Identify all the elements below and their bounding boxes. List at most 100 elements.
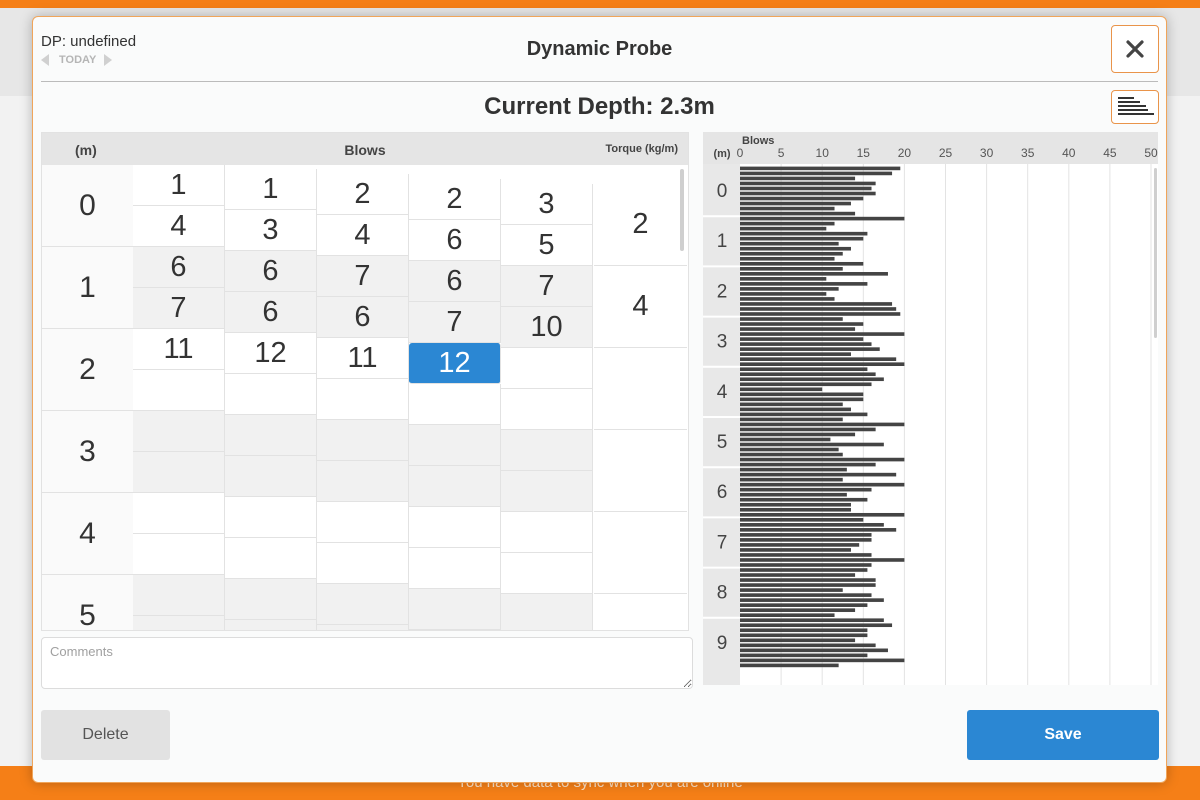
blow-cell[interactable]: [501, 430, 593, 471]
blow-cell[interactable]: 11: [133, 329, 225, 370]
torque-cell[interactable]: 2: [594, 184, 687, 266]
blow-cell[interactable]: [501, 471, 593, 512]
delete-button[interactable]: Delete: [41, 710, 170, 760]
blow-cell[interactable]: 1: [133, 165, 225, 206]
chart-x-tick-label: 40: [1062, 146, 1076, 160]
chart-bar: [740, 287, 839, 291]
blow-cell[interactable]: 7: [501, 266, 593, 307]
chart-scrollbar[interactable]: [1154, 168, 1157, 338]
blow-cell[interactable]: 7: [317, 256, 409, 297]
blow-cell[interactable]: 4: [317, 215, 409, 256]
blow-cell[interactable]: [133, 370, 225, 411]
chart-bar: [740, 337, 864, 341]
blow-cell[interactable]: 4: [133, 206, 225, 247]
blow-cell[interactable]: [409, 466, 501, 507]
blow-cell[interactable]: [409, 384, 501, 425]
blow-cell[interactable]: 6: [409, 220, 501, 261]
grid-body[interactable]: 0 1 2 3 4 5 1 4 6 7 11 1 3 6 6 12 2 4 7 6 11 2 6 6 7 12 3 5 7 10 2 4: [42, 165, 688, 630]
blow-cell[interactable]: [317, 543, 409, 584]
blow-cell[interactable]: [501, 553, 593, 594]
blow-cell[interactable]: [133, 575, 225, 616]
comments-input[interactable]: [41, 637, 693, 689]
blow-cell[interactable]: [409, 425, 501, 466]
blow-cell[interactable]: [501, 389, 593, 430]
blow-cell[interactable]: 12: [409, 343, 501, 384]
chart-bar: [740, 231, 868, 236]
blow-cell[interactable]: [409, 589, 501, 630]
blow-cell[interactable]: 2: [317, 174, 409, 215]
header-blows: Blows: [344, 142, 386, 158]
blow-cell[interactable]: 10: [501, 307, 593, 348]
blow-cell[interactable]: [225, 456, 317, 497]
blow-cell[interactable]: [317, 379, 409, 420]
depth-label: 2: [42, 329, 134, 411]
blow-cell[interactable]: 12: [225, 333, 317, 374]
chart-bar: [740, 533, 872, 537]
save-button[interactable]: Save: [967, 710, 1159, 760]
chart-x-axis-label: Blows: [742, 135, 774, 147]
blow-cell[interactable]: [133, 534, 225, 575]
chart-bar: [740, 176, 856, 181]
blow-cell[interactable]: 6: [133, 247, 225, 288]
blow-cell[interactable]: [133, 411, 225, 452]
chart-y-tick-label: 5: [717, 432, 728, 453]
chart-bar: [740, 236, 864, 241]
blow-cell[interactable]: [225, 415, 317, 456]
blows-grid: (m) Blows Torque (kg/m) 0 1 2 3 4 5 1 4 6 7 11 1 3 6 6…: [41, 132, 689, 631]
blow-cell[interactable]: [225, 374, 317, 415]
blow-cell[interactable]: [409, 507, 501, 548]
blow-cell[interactable]: 3: [501, 184, 593, 225]
blow-cell[interactable]: [317, 625, 409, 630]
blow-cell[interactable]: 1: [225, 169, 317, 210]
chart-bar: [740, 362, 905, 366]
chart-toggle-button[interactable]: [1111, 90, 1159, 124]
blow-cell[interactable]: [225, 538, 317, 579]
blow-cell[interactable]: [317, 461, 409, 502]
blow-cell[interactable]: [317, 584, 409, 625]
chart-y-axis-label: (m): [713, 148, 730, 160]
blow-cell[interactable]: [133, 616, 225, 630]
blow-cell[interactable]: 7: [409, 302, 501, 343]
chart-bar: [740, 437, 831, 442]
chart-y-tick-label: 6: [717, 482, 728, 503]
blow-cell[interactable]: 6: [225, 251, 317, 292]
blow-cell[interactable]: [133, 493, 225, 534]
close-button[interactable]: [1111, 25, 1159, 73]
blow-cell[interactable]: [317, 502, 409, 543]
chart-bar: [740, 191, 876, 196]
chart-bar: [740, 618, 884, 623]
blow-cell[interactable]: 6: [317, 297, 409, 338]
blow-cell[interactable]: 11: [317, 338, 409, 379]
chart-bar: [740, 261, 864, 266]
blow-cell[interactable]: 3: [225, 210, 317, 251]
blow-cell[interactable]: [501, 512, 593, 553]
blow-cell[interactable]: 5: [501, 225, 593, 266]
blow-cell[interactable]: 6: [409, 261, 501, 302]
torque-cell[interactable]: [594, 430, 687, 512]
blow-cell[interactable]: [501, 348, 593, 389]
blow-cell[interactable]: [225, 497, 317, 538]
chart-bar: [740, 502, 851, 507]
blow-cell[interactable]: 7: [133, 288, 225, 329]
current-depth: Current Depth: 2.3m: [484, 93, 715, 120]
chart-bar: [740, 523, 884, 527]
torque-cell[interactable]: 4: [594, 266, 687, 348]
blow-cell[interactable]: [317, 420, 409, 461]
blow-cell[interactable]: [133, 452, 225, 493]
blow-cell[interactable]: [225, 620, 317, 630]
torque-cell[interactable]: [594, 348, 687, 430]
chart-bar: [740, 573, 856, 577]
torque-cell[interactable]: [594, 512, 687, 594]
chart-bar: [740, 663, 839, 668]
blow-cell[interactable]: 6: [225, 292, 317, 333]
chart-bar: [740, 357, 897, 361]
blow-cell[interactable]: [409, 548, 501, 589]
chart-bar: [740, 543, 860, 547]
grid-scrollbar[interactable]: [680, 169, 684, 251]
blow-cell[interactable]: [225, 579, 317, 620]
blow-cell[interactable]: [501, 594, 593, 630]
chart-bar: [740, 472, 897, 477]
blow-cell[interactable]: 2: [409, 179, 501, 220]
torque-cell[interactable]: [594, 594, 687, 630]
close-icon: [1126, 40, 1144, 58]
